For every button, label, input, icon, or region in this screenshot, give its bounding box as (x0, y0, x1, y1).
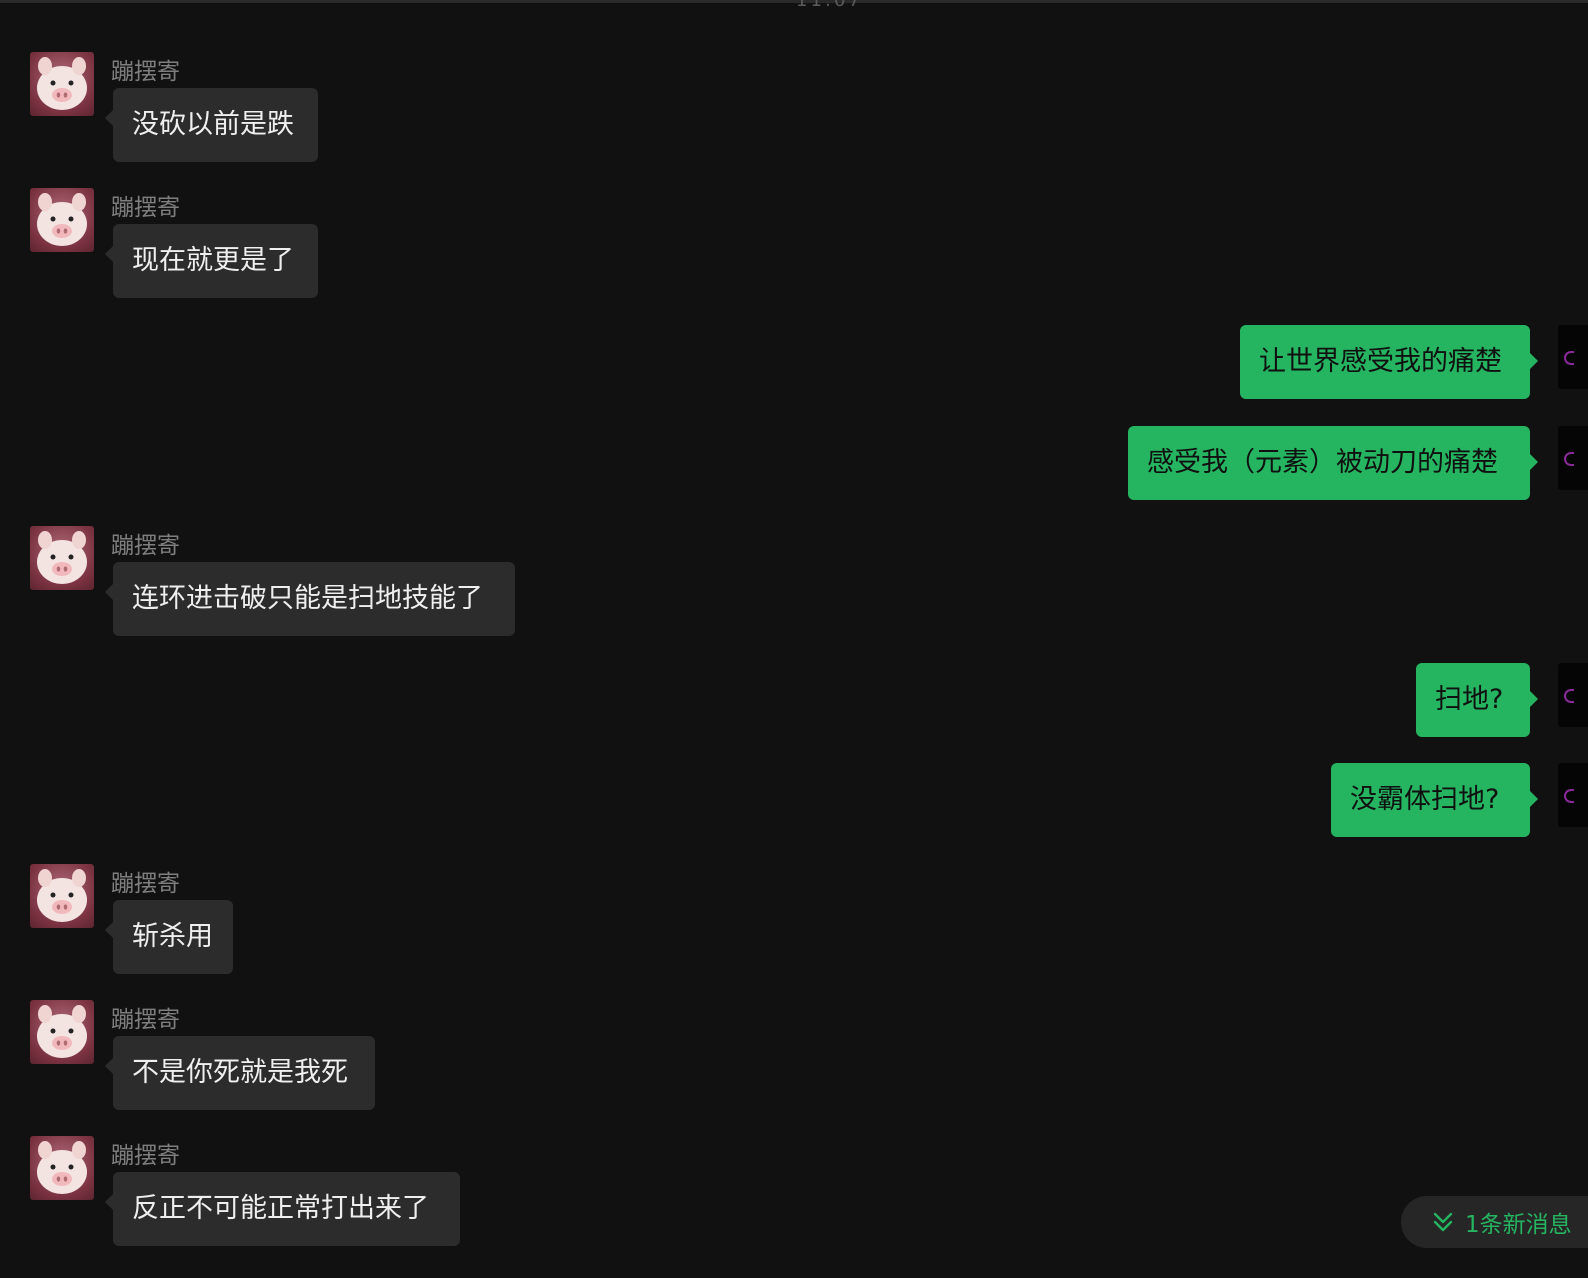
sender-name: 蹦摆寄 (111, 871, 180, 897)
pig-avatar-icon[interactable] (30, 1000, 94, 1064)
sender-name: 蹦摆寄 (111, 195, 180, 221)
message-bubble-incoming[interactable]: 现在就更是了 (105, 224, 318, 298)
pig-avatar-icon[interactable] (30, 188, 94, 252)
self-avatar-icon[interactable] (1558, 325, 1588, 389)
sender-name: 蹦摆寄 (111, 533, 180, 559)
sender-name: 蹦摆寄 (111, 1007, 180, 1033)
double-chevron-down-icon (1433, 1212, 1453, 1232)
message-bubble-incoming[interactable]: 没砍以前是跌 (105, 88, 318, 162)
message-bubble-outgoing[interactable]: 扫地? (1416, 663, 1538, 737)
self-avatar-icon[interactable] (1558, 763, 1588, 827)
sender-name: 蹦摆寄 (111, 1143, 180, 1169)
top-divider (0, 0, 1588, 3)
message-bubble-outgoing[interactable]: 感受我（元素）被动刀的痛楚 (1128, 426, 1538, 500)
pig-avatar-icon[interactable] (30, 526, 94, 590)
timestamp: 11:07 (796, 0, 863, 11)
self-avatar-icon[interactable] (1558, 663, 1588, 727)
message-bubble-incoming[interactable]: 不是你死就是我死 (105, 1036, 375, 1110)
message-bubble-incoming[interactable]: 连环进击破只能是扫地技能了 (105, 562, 515, 636)
pig-avatar-icon[interactable] (30, 1136, 94, 1200)
pig-avatar-icon[interactable] (30, 864, 94, 928)
message-bubble-incoming[interactable]: 斩杀用 (105, 900, 233, 974)
new-message-label: 1条新消息 (1465, 1212, 1572, 1238)
new-message-button[interactable]: 1条新消息 (1401, 1196, 1588, 1248)
message-bubble-outgoing[interactable]: 没霸体扫地? (1331, 763, 1538, 837)
self-avatar-icon[interactable] (1558, 426, 1588, 490)
sender-name: 蹦摆寄 (111, 59, 180, 85)
pig-avatar-icon[interactable] (30, 52, 94, 116)
message-bubble-incoming[interactable]: 反正不可能正常打出来了 (105, 1172, 460, 1246)
message-bubble-outgoing[interactable]: 让世界感受我的痛楚 (1240, 325, 1538, 399)
